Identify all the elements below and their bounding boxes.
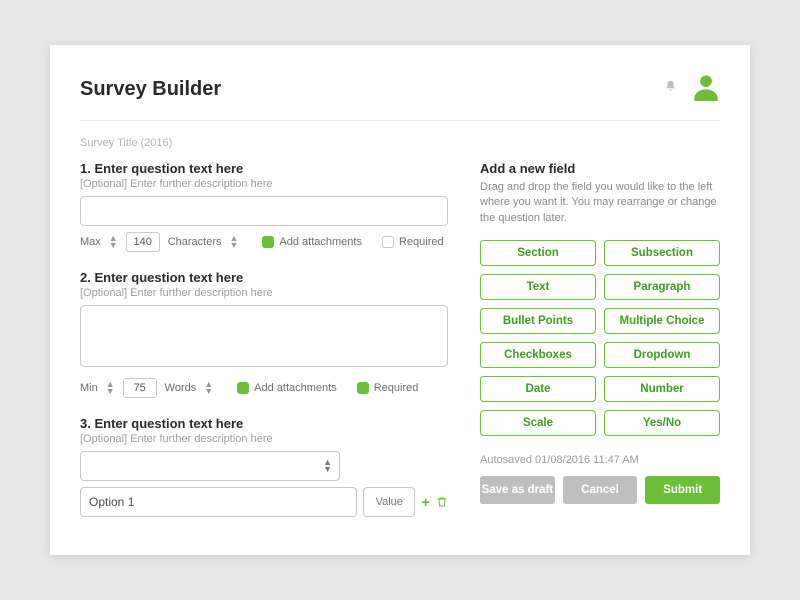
question-title: 2. Enter question text here xyxy=(80,270,448,285)
limit-label: Max xyxy=(80,236,101,248)
question-settings-row: Min Words Add attachments Required xyxy=(80,378,448,398)
unit-stepper-icon[interactable] xyxy=(230,235,239,249)
save-draft-button[interactable]: Save as draft xyxy=(480,476,555,504)
question-title: 1. Enter question text here xyxy=(80,161,448,176)
unit-label: Characters xyxy=(168,236,222,248)
field-type-scale[interactable]: Scale xyxy=(480,410,596,436)
page-title: Survey Builder xyxy=(80,78,221,101)
question-description: [Optional] Enter further description her… xyxy=(80,287,448,299)
select-caret-icon xyxy=(323,459,332,473)
question-block-2: 2. Enter question text here [Optional] E… xyxy=(80,270,448,398)
option-value-input[interactable] xyxy=(363,487,415,517)
limit-value-input[interactable] xyxy=(123,378,157,398)
limit-value-input[interactable] xyxy=(126,232,160,252)
add-field-title: Add a new field xyxy=(480,161,720,176)
bell-icon[interactable] xyxy=(663,79,678,100)
action-buttons: Save as draft Cancel Submit xyxy=(480,476,720,504)
limit-stepper-icon[interactable] xyxy=(109,235,118,249)
option-row: + xyxy=(80,487,448,517)
question-block-3: 3. Enter question text here [Optional] E… xyxy=(80,416,448,517)
checkbox-off-icon xyxy=(382,236,394,248)
field-type-dropdown[interactable]: Dropdown xyxy=(604,342,720,368)
required-toggle[interactable]: Required xyxy=(357,382,419,394)
app-window: Survey Builder Survey Title (2016) 1. En… xyxy=(50,45,750,555)
question-block-1: 1. Enter question text here [Optional] E… xyxy=(80,161,448,252)
header-icons xyxy=(663,73,720,106)
question-description: [Optional] Enter further description her… xyxy=(80,178,448,190)
cancel-button[interactable]: Cancel xyxy=(563,476,638,504)
checkbox-on-icon xyxy=(262,236,274,248)
field-type-subsection[interactable]: Subsection xyxy=(604,240,720,266)
question-select[interactable] xyxy=(80,451,340,481)
option-text-input[interactable] xyxy=(80,487,357,517)
field-type-section[interactable]: Section xyxy=(480,240,596,266)
add-attachments-toggle[interactable]: Add attachments xyxy=(262,236,362,248)
unit-stepper-icon[interactable] xyxy=(204,381,213,395)
add-attachments-toggle[interactable]: Add attachments xyxy=(237,382,337,394)
autosave-status: Autosaved 01/08/2016 11:47 AM xyxy=(480,454,720,466)
field-type-multiple-choice[interactable]: Multiple Choice xyxy=(604,308,720,334)
field-type-grid: Section Subsection Text Paragraph Bullet… xyxy=(480,240,720,436)
field-type-date[interactable]: Date xyxy=(480,376,596,402)
app-header: Survey Builder xyxy=(80,73,720,121)
right-column: Add a new field Drag and drop the field … xyxy=(480,161,720,535)
field-type-paragraph[interactable]: Paragraph xyxy=(604,274,720,300)
limit-label: Min xyxy=(80,382,98,394)
field-type-checkboxes[interactable]: Checkboxes xyxy=(480,342,596,368)
question-settings-row: Max Characters Add attachments Required xyxy=(80,232,448,252)
submit-button[interactable]: Submit xyxy=(645,476,720,504)
add-field-description: Drag and drop the field you would like t… xyxy=(480,180,720,226)
main-columns: 1. Enter question text here [Optional] E… xyxy=(80,161,720,535)
survey-subtitle: Survey Title (2016) xyxy=(80,137,720,149)
field-type-bullets[interactable]: Bullet Points xyxy=(480,308,596,334)
question-title: 3. Enter question text here xyxy=(80,416,448,431)
unit-label: Words xyxy=(165,382,197,394)
question-select-input[interactable] xyxy=(80,451,340,481)
checkbox-on-icon xyxy=(237,382,249,394)
limit-stepper-icon[interactable] xyxy=(106,381,115,395)
question-textarea[interactable] xyxy=(80,305,448,367)
field-type-text[interactable]: Text xyxy=(480,274,596,300)
checkbox-on-icon xyxy=(357,382,369,394)
left-column: 1. Enter question text here [Optional] E… xyxy=(80,161,448,535)
add-option-icon[interactable]: + xyxy=(421,494,430,511)
required-toggle[interactable]: Required xyxy=(382,236,444,248)
question-text-input[interactable] xyxy=(80,196,448,226)
field-type-yesno[interactable]: Yes/No xyxy=(604,410,720,436)
question-description: [Optional] Enter further description her… xyxy=(80,433,448,445)
delete-option-icon[interactable] xyxy=(436,495,448,509)
user-avatar-icon[interactable] xyxy=(692,73,720,106)
field-type-number[interactable]: Number xyxy=(604,376,720,402)
